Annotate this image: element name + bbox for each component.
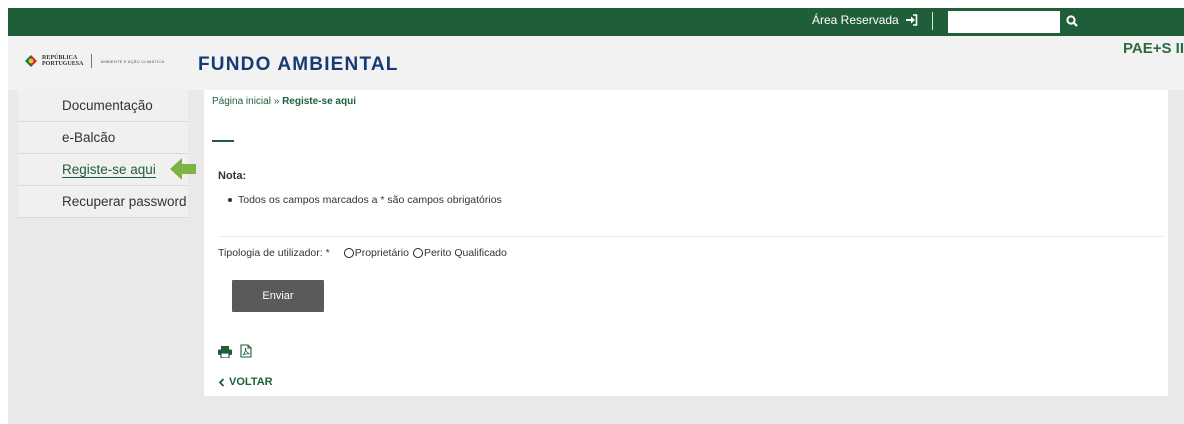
radio-perito-qualificado[interactable]: Perito Qualificado bbox=[412, 247, 507, 259]
radio-label: Perito Qualificado bbox=[423, 247, 507, 259]
title-underline bbox=[212, 140, 234, 142]
main-content: Página inicial » Registe-se aqui Nota: T… bbox=[204, 90, 1168, 396]
tipologia-label: Tipologia de utilizador: * bbox=[218, 247, 330, 259]
republica-portuguesa-logo[interactable]: REPÚBLICA PORTUGUESA AMBIENTE E AÇÃO CLI… bbox=[24, 54, 164, 68]
radio-proprietario[interactable]: Proprietário bbox=[343, 247, 409, 259]
area-reservada-link[interactable]: Área Reservada bbox=[812, 13, 918, 27]
sidebar-item-label: e-Balcão bbox=[62, 130, 116, 145]
sidebar-item-label: Recuperar password bbox=[62, 194, 187, 209]
breadcrumb-separator: » bbox=[273, 96, 280, 107]
sidebar-item-recuperar-password[interactable]: Recuperar password bbox=[18, 186, 188, 218]
fundo-ambiental-logo[interactable]: FUNDO AMBIENTAL bbox=[198, 54, 399, 76]
sign-in-icon bbox=[905, 14, 918, 26]
breadcrumb-current: Registe-se aqui bbox=[282, 96, 356, 107]
arrow-left-icon bbox=[170, 158, 196, 180]
radio-circle-icon[interactable] bbox=[412, 248, 423, 258]
topbar-divider bbox=[932, 12, 933, 30]
divider bbox=[218, 236, 1164, 237]
sidebar-item-e-balcao[interactable]: e-Balcão bbox=[18, 122, 188, 154]
top-bar: Área Reservada bbox=[8, 8, 1184, 36]
nota-text: Todos os campos marcados a * são campos … bbox=[238, 194, 502, 206]
sidebar-item-documentacao[interactable]: Documentação bbox=[18, 90, 188, 122]
rp-separator bbox=[91, 54, 93, 68]
area-reservada-label: Área Reservada bbox=[812, 13, 899, 27]
print-icon[interactable] bbox=[218, 346, 232, 358]
sidebar-item-label: Registe-se aqui bbox=[62, 161, 156, 178]
pdf-icon[interactable] bbox=[240, 344, 252, 358]
bullet-icon bbox=[228, 198, 232, 202]
page: Área Reservada REPÚBLICA PORTUGUESA AMBI… bbox=[8, 8, 1184, 424]
sidebar-item-registe-se-aqui[interactable]: Registe-se aqui bbox=[18, 154, 196, 186]
rp-line2: PORTUGUESA bbox=[42, 61, 84, 67]
sidebar-nav: Documentação e-Balcão Registe-se aqui Re… bbox=[18, 90, 196, 218]
nota-list-item: Todos os campos marcados a * são campos … bbox=[228, 194, 502, 206]
site-header: REPÚBLICA PORTUGUESA AMBIENTE E AÇÃO CLI… bbox=[8, 36, 1184, 90]
radio-label: Proprietário bbox=[354, 247, 409, 259]
nota-heading: Nota: bbox=[218, 170, 247, 182]
voltar-label: VOLTAR bbox=[229, 376, 273, 388]
sidebar-item-label: Documentação bbox=[62, 98, 153, 113]
breadcrumb-home-link[interactable]: Página inicial bbox=[212, 96, 271, 107]
enviar-button[interactable]: Enviar bbox=[232, 280, 324, 312]
program-title: PAE+S II bbox=[1123, 40, 1184, 57]
radio-circle-icon[interactable] bbox=[343, 248, 354, 258]
portugal-flag-icon bbox=[25, 55, 37, 67]
ministry-label: AMBIENTE E AÇÃO CLIMÁTICA bbox=[100, 58, 165, 64]
breadcrumb: Página inicial » Registe-se aqui bbox=[212, 96, 356, 107]
search-input[interactable] bbox=[948, 11, 1060, 33]
chevron-left-icon bbox=[218, 377, 225, 387]
search-button[interactable] bbox=[1060, 9, 1084, 33]
tipologia-field: Tipologia de utilizador: * Proprietário … bbox=[218, 247, 507, 259]
voltar-link[interactable]: VOLTAR bbox=[218, 376, 273, 388]
search-icon bbox=[1066, 15, 1078, 27]
